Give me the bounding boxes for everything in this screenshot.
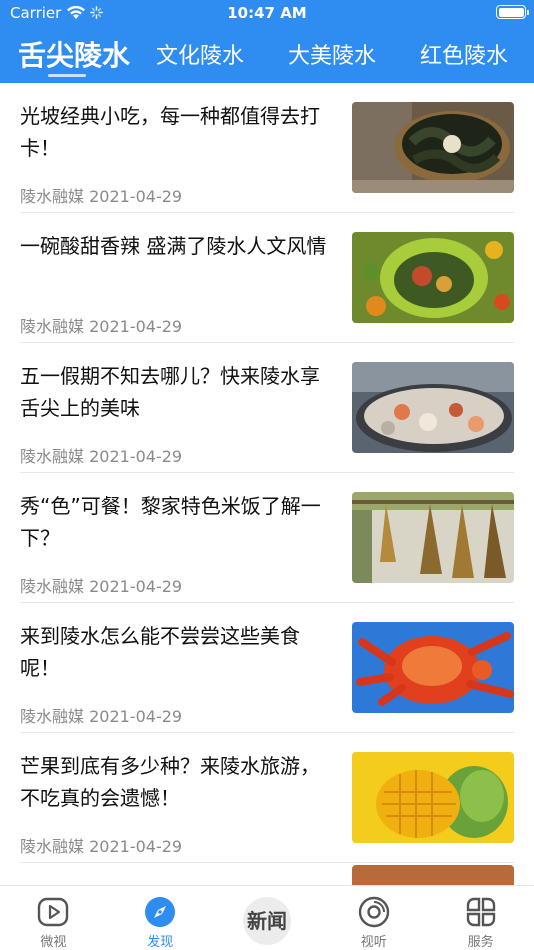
top-header: Carrier 10:47 AM 舌尖陵水 文化陵水 大美陵水 红色陵水	[0, 0, 534, 83]
bottom-tab-bar: 微视 发现 新闻 视听 服务	[0, 885, 534, 950]
article-date: 2021-04-29	[89, 187, 183, 206]
grid-icon	[466, 897, 495, 927]
article-title: 光坡经典小吃，每一种都值得去打卡！	[20, 104, 320, 160]
article-item[interactable]: 一碗酸甜香辣 盛满了陵水人文风情 陵水融媒 2021-04-29	[20, 213, 514, 343]
article-source: 陵水融媒	[20, 707, 85, 726]
article-date: 2021-04-29	[89, 707, 183, 726]
compass-icon	[145, 897, 176, 927]
article-date: 2021-04-29	[89, 447, 183, 466]
article-item[interactable]: 来到陵水怎么能不尝尝这些美食呢！ 陵水融媒 2021-04-29	[20, 603, 514, 733]
article-meta: 陵水融媒 2021-04-29	[20, 573, 182, 597]
news-logo-icon: 新闻	[242, 897, 291, 945]
article-item[interactable]: 芒果到底有多少种？来陵水旅游，不吃真的会遗憾！ 陵水融媒 2021-04-29	[20, 733, 514, 863]
active-tab-indicator	[48, 74, 86, 77]
article-thumbnail	[352, 622, 514, 713]
article-date: 2021-04-29	[89, 837, 183, 856]
article-thumbnail	[352, 492, 514, 583]
clock: 10:47 AM	[227, 4, 307, 22]
article-title: 五一假期不知去哪儿？快来陵水享舌尖上的美味	[20, 364, 320, 420]
article-thumbnail	[352, 102, 514, 193]
disc-icon	[358, 896, 389, 928]
bottom-tab-label: 视听	[360, 935, 387, 950]
article-thumbnail	[352, 752, 514, 843]
status-bar: Carrier 10:47 AM	[0, 0, 534, 28]
bottom-tab-fuwu[interactable]: 服务	[427, 886, 534, 950]
article-thumbnail	[352, 362, 514, 453]
play-icon	[38, 897, 69, 927]
tab-shejian-lingshui[interactable]: 舌尖陵水	[18, 34, 130, 74]
article-meta: 陵水融媒 2021-04-29	[20, 183, 182, 207]
article-meta: 陵水融媒 2021-04-29	[20, 703, 182, 727]
article-source: 陵水融媒	[20, 447, 85, 466]
article-title: 秀“色”可餐！黎家特色米饭了解一下？	[20, 494, 321, 550]
article-source: 陵水融媒	[20, 577, 85, 596]
article-meta: 陵水融媒 2021-04-29	[20, 313, 182, 337]
article-meta: 陵水融媒 2021-04-29	[20, 833, 182, 857]
bottom-tab-label: 发现	[147, 935, 174, 950]
bottom-tab-label: 微视	[40, 935, 67, 950]
bottom-tab-shiting[interactable]: 视听	[320, 886, 427, 950]
article-list[interactable]: 光坡经典小吃，每一种都值得去打卡！ 陵水融媒 2021-04-29 一碗酸甜香辣…	[0, 83, 534, 885]
article-title: 一碗酸甜香辣 盛满了陵水人文风情	[20, 234, 327, 258]
article-source: 陵水融媒	[20, 187, 85, 206]
article-item[interactable]: 五一假期不知去哪儿？快来陵水享舌尖上的美味 陵水融媒 2021-04-29	[20, 343, 514, 473]
article-source: 陵水融媒	[20, 317, 85, 336]
battery-icon	[496, 5, 529, 19]
tab-hongse-lingshui[interactable]: 红色陵水	[420, 38, 508, 70]
bottom-tab-weishi[interactable]: 微视	[0, 886, 107, 950]
bottom-tab-faxian[interactable]: 发现	[107, 886, 214, 950]
article-thumbnail	[352, 232, 514, 323]
article-date: 2021-04-29	[89, 317, 183, 336]
tab-wenhua-lingshui[interactable]: 文化陵水	[156, 38, 244, 70]
article-item-partial[interactable]	[20, 863, 514, 885]
article-meta: 陵水融媒 2021-04-29	[20, 443, 182, 467]
article-thumbnail	[352, 865, 514, 885]
article-title: 来到陵水怎么能不尝尝这些美食呢！	[20, 624, 300, 680]
tab-damei-lingshui[interactable]: 大美陵水	[288, 38, 376, 70]
category-tabs: 舌尖陵水 文化陵水 大美陵水 红色陵水	[0, 32, 534, 77]
bottom-tab-label: 服务	[467, 935, 494, 950]
article-item[interactable]: 光坡经典小吃，每一种都值得去打卡！ 陵水融媒 2021-04-29	[20, 83, 514, 213]
article-item[interactable]: 秀“色”可餐！黎家特色米饭了解一下？ 陵水融媒 2021-04-29	[20, 473, 514, 603]
article-date: 2021-04-29	[89, 577, 183, 596]
article-source: 陵水融媒	[20, 837, 85, 856]
bottom-tab-xinwen[interactable]: 新闻	[214, 886, 321, 950]
article-title: 芒果到底有多少种？来陵水旅游，不吃真的会遗憾！	[20, 754, 320, 810]
